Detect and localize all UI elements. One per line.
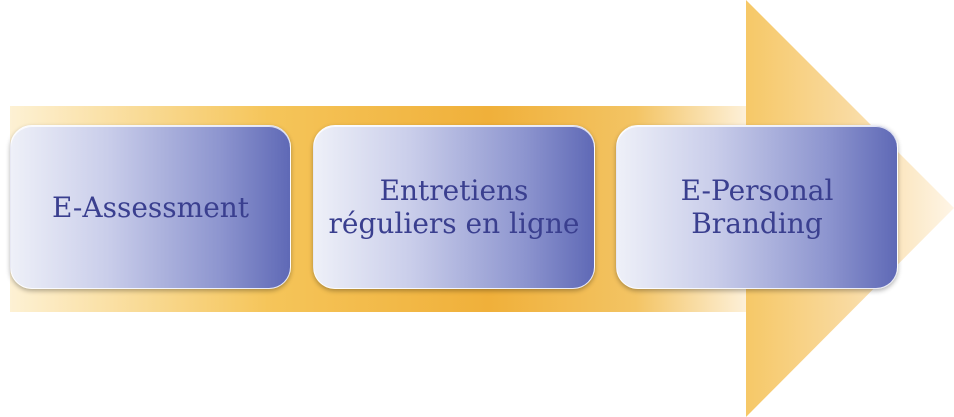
step-label: Entretiens réguliers en ligne [328,174,580,240]
step-box-e-assessment: E-Assessment [10,125,291,289]
step-box-entretiens: Entretiens réguliers en ligne [313,125,595,289]
step-label: E-Personal Branding [680,174,834,240]
step-box-e-personal-branding: E-Personal Branding [616,125,898,289]
step-label: E-Assessment [51,190,250,224]
